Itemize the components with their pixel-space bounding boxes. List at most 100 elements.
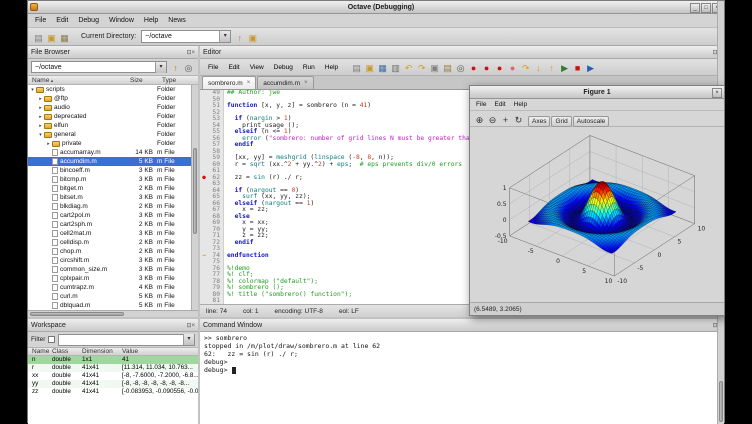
new-file-icon[interactable]: ▤ xyxy=(350,62,363,75)
find-icon[interactable]: ◎ xyxy=(454,62,467,75)
editor-menu-view[interactable]: View xyxy=(245,62,269,73)
open-file-icon[interactable]: ▣ xyxy=(45,32,58,45)
browse-directory-icon[interactable]: ▣ xyxy=(246,32,259,45)
figure-close-button[interactable]: × xyxy=(712,88,722,98)
zoom-in-icon[interactable]: ⊕ xyxy=(473,114,486,127)
file-row-dblquad.m[interactable]: dblquad.m5 KBm File xyxy=(28,301,191,310)
chevron-down-icon[interactable]: ▾ xyxy=(219,31,230,42)
menu-debug[interactable]: Debug xyxy=(73,15,104,26)
file-browser-hscrollbar[interactable] xyxy=(28,310,198,317)
menu-edit[interactable]: Edit xyxy=(51,15,73,26)
file-row-blkdiag.m[interactable]: blkdiag.m2 KBm File xyxy=(28,202,191,211)
figure-canvas[interactable] xyxy=(470,127,724,302)
editor-menu-debug[interactable]: Debug xyxy=(269,62,298,73)
file-row-cell2mat.m[interactable]: cell2mat.m3 KBm File xyxy=(28,229,191,238)
tab-close-icon[interactable]: × xyxy=(247,80,251,86)
step-in-icon[interactable]: ↓ xyxy=(532,62,545,75)
editor-menu-file[interactable]: File xyxy=(203,62,223,73)
menu-window[interactable]: Window xyxy=(104,15,139,26)
workspace-row-yy[interactable]: yydouble41x41[-8, -8, -8, -8, -8, -8, -8… xyxy=(28,380,198,388)
file-row-deprecated[interactable]: ▸deprecatedFolder xyxy=(28,112,191,121)
file-row-cart2pol.m[interactable]: cart2pol.m3 KBm File xyxy=(28,211,191,220)
zoom-out-icon[interactable]: ⊖ xyxy=(486,114,499,127)
undo-icon[interactable]: ↶ xyxy=(402,62,415,75)
file-row-accumarray.m[interactable]: accumarray.m14 KBm File xyxy=(28,148,191,157)
file-browser-path-combo[interactable]: ~/octave ▾ xyxy=(31,61,167,73)
maximize-button[interactable]: □ xyxy=(701,3,711,13)
workspace-column-value[interactable]: Value xyxy=(122,348,198,355)
command-window-header[interactable]: Command Window ⊡× xyxy=(200,319,724,332)
file-column-type[interactable]: Type xyxy=(162,77,198,84)
figure-window[interactable]: Figure 1 × FileEditHelp ⊕⊖+↻ AxesGridAut… xyxy=(469,85,725,316)
pan-icon[interactable]: + xyxy=(499,114,512,127)
file-row-circshift.m[interactable]: circshift.m3 KBm File xyxy=(28,256,191,265)
file-row-audio[interactable]: ▸audioFolder xyxy=(28,103,191,112)
breakpoint-margin[interactable] xyxy=(200,298,208,304)
rotate-icon[interactable]: ↻ xyxy=(512,114,525,127)
file-row-private[interactable]: ▸privateFolder xyxy=(28,139,191,148)
workspace-column-dimension[interactable]: Dimension xyxy=(82,348,122,355)
file-row-chop.m[interactable]: chop.m2 KBm File xyxy=(28,247,191,256)
save-icon[interactable]: ▦ xyxy=(376,62,389,75)
tree-twisty-icon[interactable]: ▸ xyxy=(37,105,44,111)
editor-menu-run[interactable]: Run xyxy=(298,62,320,73)
figure-autoscale-button[interactable]: Autoscale xyxy=(573,116,610,127)
file-row-@ftp[interactable]: ▸@ftpFolder xyxy=(28,94,191,103)
remove-breakpoints-icon[interactable]: ● xyxy=(506,62,519,75)
toggle-breakpoint-icon[interactable]: ● xyxy=(467,62,480,75)
file-row-elfun[interactable]: ▸elfunFolder xyxy=(28,121,191,130)
up-directory-icon[interactable]: ↑ xyxy=(233,32,246,45)
next-breakpoint-icon[interactable]: ● xyxy=(480,62,493,75)
chevron-down-icon[interactable]: ▾ xyxy=(155,62,166,73)
clipboard-icon[interactable]: ▦ xyxy=(58,32,71,45)
workspace-row-n[interactable]: ndouble1x141 xyxy=(28,356,198,364)
figure-menu-help[interactable]: Help xyxy=(510,100,531,109)
workspace-header[interactable]: Workspace ⊡× xyxy=(28,319,198,332)
file-row-accumdim.m[interactable]: accumdim.m5 KBm File xyxy=(28,157,191,166)
editor-menu-edit[interactable]: Edit xyxy=(223,62,244,73)
figure-menu-edit[interactable]: Edit xyxy=(490,100,509,109)
minimize-button[interactable]: _ xyxy=(690,3,700,13)
quit-debug-icon[interactable]: ■ xyxy=(571,62,584,75)
close-icon[interactable]: × xyxy=(191,50,195,56)
menu-help[interactable]: Help xyxy=(139,15,163,26)
close-icon[interactable]: × xyxy=(191,323,195,329)
tab-accumdim.m[interactable]: accumdim.m× xyxy=(257,76,313,89)
open-file-icon[interactable]: ▣ xyxy=(363,62,376,75)
tree-twisty-icon[interactable]: ▾ xyxy=(29,87,36,93)
file-row-common_size.m[interactable]: common_size.m3 KBm File xyxy=(28,265,191,274)
tree-twisty-icon[interactable]: ▸ xyxy=(37,114,44,120)
previous-breakpoint-icon[interactable]: ● xyxy=(493,62,506,75)
figure-menu-file[interactable]: File xyxy=(472,100,490,109)
file-row-general[interactable]: ▾generalFolder xyxy=(28,130,191,139)
workspace-column-name[interactable]: Name xyxy=(28,348,52,355)
filter-combo[interactable]: ▾ xyxy=(58,334,195,346)
file-column-name[interactable]: Name ▴ xyxy=(28,77,130,84)
tree-twisty-icon[interactable]: ▾ xyxy=(37,132,44,138)
workspace-row-zz[interactable]: zzdouble41x41[-0.083953, -0.090556, -0.0… xyxy=(28,388,198,396)
workspace-row-r[interactable]: rdouble41x41[11.314, 11.034, 10.763... xyxy=(28,364,198,372)
tree-twisty-icon[interactable]: ▸ xyxy=(37,96,44,102)
tab-sombrero.m[interactable]: sombrero.m× xyxy=(202,76,256,89)
file-browser-vscrollbar[interactable] xyxy=(191,85,198,310)
redo-icon[interactable]: ↷ xyxy=(415,62,428,75)
file-row-celldisp.m[interactable]: celldisp.m2 KBm File xyxy=(28,238,191,247)
save-and-run-icon[interactable]: ▶ xyxy=(584,62,597,75)
editor-menu-help[interactable]: Help xyxy=(320,62,343,73)
figure-plot-area[interactable] xyxy=(470,127,724,302)
new-script-icon[interactable]: ▤ xyxy=(32,32,45,45)
workspace-column-class[interactable]: Class xyxy=(52,348,82,355)
file-row-bincoeff.m[interactable]: bincoeff.m3 KBm File xyxy=(28,166,191,175)
menu-news[interactable]: News xyxy=(163,15,191,26)
chevron-down-icon[interactable]: ▾ xyxy=(183,334,194,345)
file-row-curl.m[interactable]: curl.m5 KBm File xyxy=(28,292,191,301)
file-row-cumtrapz.m[interactable]: cumtrapz.m4 KBm File xyxy=(28,283,191,292)
file-row-cplxpair.m[interactable]: cplxpair.m3 KBm File xyxy=(28,274,191,283)
scrollbar-thumb[interactable] xyxy=(193,148,197,234)
file-row-scripts[interactable]: ▾scriptsFolder xyxy=(28,85,191,94)
titlebar[interactable]: Octave (Debugging) _□× xyxy=(28,1,724,14)
figure-titlebar[interactable]: Figure 1 × xyxy=(470,86,724,99)
file-column-size[interactable]: Size xyxy=(130,77,162,84)
up-directory-icon[interactable]: ↑ xyxy=(169,62,182,75)
file-row-cart2sph.m[interactable]: cart2sph.m2 KBm File xyxy=(28,220,191,229)
